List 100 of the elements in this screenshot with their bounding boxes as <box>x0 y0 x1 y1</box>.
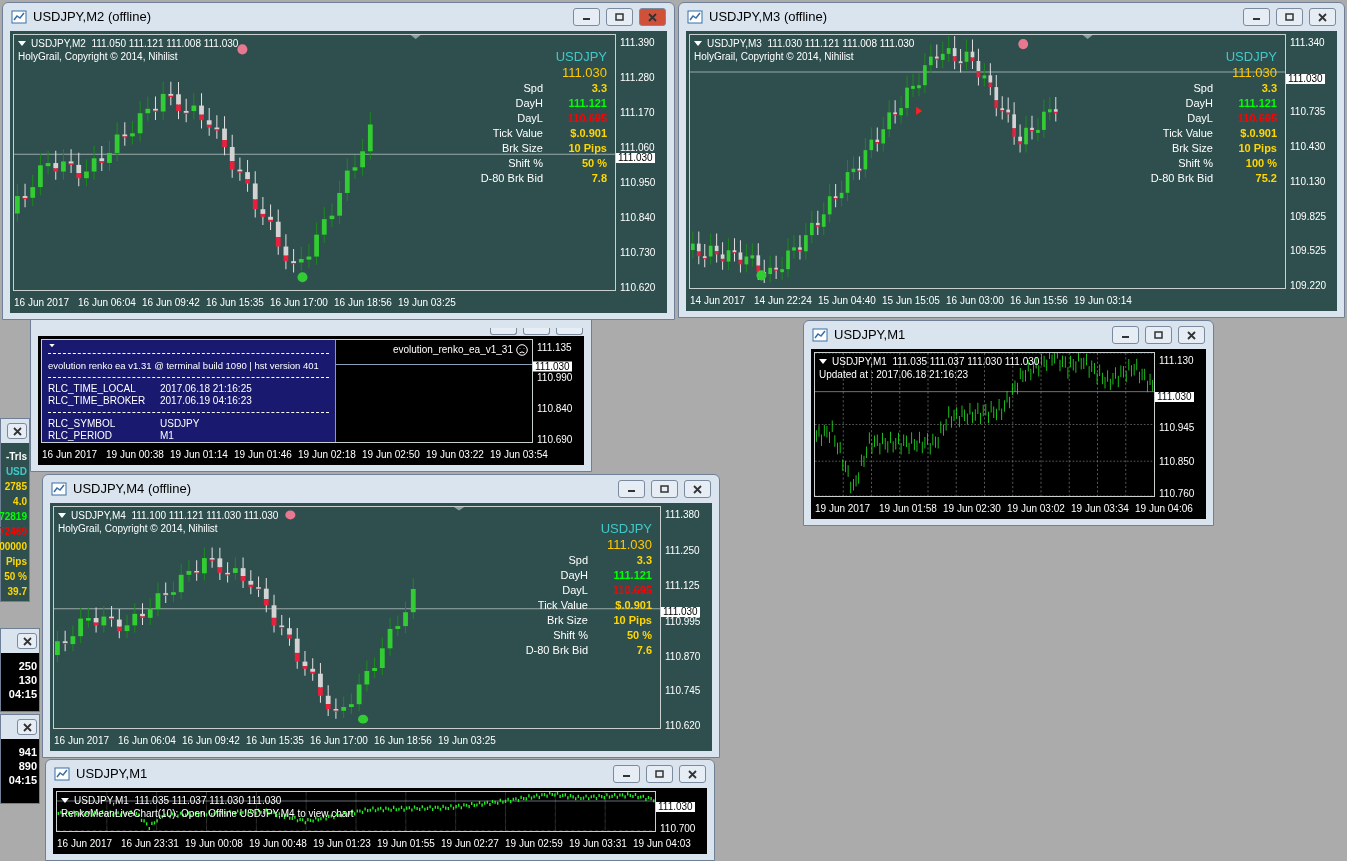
window-title: USDJPY,M1 <box>834 326 906 345</box>
chart-note: HolyGrail, Copyright © 2014, Nihilist <box>58 522 219 536</box>
info-value: 72819 <box>0 510 27 524</box>
info-label: D-80 Brk Bid <box>525 643 588 658</box>
info-value: $.0.901 <box>1239 126 1277 141</box>
time-axis-label: 19 Jun 03:14 <box>1073 294 1133 308</box>
price-axis-label: 111.380 <box>665 507 700 522</box>
time-axis-label: 16 Jun 06:04 <box>117 734 177 748</box>
price-axis-label: 111.170 <box>620 105 655 120</box>
price-axis-label: 04:15 <box>8 687 37 701</box>
info-label: Shift % <box>1177 156 1213 171</box>
time-axis-label: 16 Jun 17:00 <box>269 296 329 310</box>
current-price-label: 111.030 <box>656 801 695 812</box>
info-value: USDJPY <box>160 418 200 430</box>
info-value: 00000 <box>0 540 27 554</box>
info-value: 50 % <box>580 156 607 171</box>
time-axis-label: 16 Jun 15:35 <box>205 296 265 310</box>
info-label: D-80 Brk Bid <box>1150 171 1213 186</box>
price-axis-label: 110.735 <box>1290 104 1326 119</box>
time-axis-label: 19 Jun 01:14 <box>169 448 229 462</box>
price-label: 111.030 <box>1231 65 1277 81</box>
info-heading: evolution renko ea v1.31 @ terminal build 1090 | hst version 401 <box>48 359 319 372</box>
price-axis-label: 111.250 <box>665 543 700 558</box>
time-axis-label: 19 Jun 00:48 <box>248 837 308 851</box>
time-axis-label: 19 Jun 02:27 <box>440 837 500 851</box>
price-axis-label: 110.990 <box>537 370 573 385</box>
info-label: DayL <box>561 583 588 598</box>
price-label: 111.030 <box>561 65 607 81</box>
price-axis-label: 110.760 <box>1159 486 1195 501</box>
time-axis-label: 19 Jun 04:03 <box>632 837 692 851</box>
chart-legend: USDJPY,M1 111.035 111.037 111.030 111.030 <box>74 794 282 807</box>
window-title: USDJPY,M4 (offline) <box>73 480 191 499</box>
price-axis-label: 111.390 <box>620 35 655 50</box>
time-axis-label: 16 Jun 15:56 <box>1009 294 1069 308</box>
price-label: 111.030 <box>606 537 652 553</box>
current-price-label: 111.030 <box>1286 73 1325 84</box>
price-axis-label: 110.745 <box>665 683 701 698</box>
time-axis-label: 19 Jun 02:50 <box>361 448 421 462</box>
price-axis-label: 110.840 <box>537 401 573 416</box>
time-axis-label: 16 Jun 2017 <box>56 837 114 851</box>
time-axis-label: 19 Jun 01:46 <box>233 448 293 462</box>
info-label: DayH <box>1184 96 1213 111</box>
info-value: 10 Pips <box>1237 141 1277 156</box>
time-axis-label: 19 Jun 03:22 <box>425 448 485 462</box>
price-axis-label: 890 <box>18 759 37 773</box>
expert-name-label: evolution_renko_ea_v1_31 <box>392 343 513 357</box>
info-value: 3.3 <box>590 81 607 96</box>
time-axis-label: 19 Jun 00:08 <box>184 837 244 851</box>
info-value: 3.3 <box>635 553 652 568</box>
price-axis-label: 110.730 <box>620 245 656 260</box>
info-value: 110.695 <box>566 111 607 126</box>
info-value: 10 Pips <box>567 141 607 156</box>
time-axis-label: 16 Jun 03:00 <box>945 294 1005 308</box>
info-label: Tick Value <box>536 598 588 613</box>
info-label: Shift % <box>552 628 588 643</box>
price-axis-label: 111.125 <box>665 578 700 593</box>
time-axis-label: 16 Jun 18:56 <box>333 296 393 310</box>
info-label: Shift % <box>507 156 543 171</box>
info-label: D-80 Brk Bid <box>480 171 543 186</box>
info-value: 111.121 <box>612 568 652 583</box>
info-value: M1 <box>160 430 174 442</box>
time-axis-label: 19 Jun 2017 <box>814 502 872 516</box>
time-axis-label: 19 Jun 04:06 <box>1134 502 1194 516</box>
info-label: Brk Size <box>501 141 543 156</box>
info-value: 2017.06.18 21:16:25 <box>160 383 252 395</box>
price-axis-label: 110.995 <box>665 615 701 629</box>
time-axis-label: 19 Jun 01:23 <box>312 837 372 851</box>
chart-note: Updated at : 2017.06.18 21:16:23 <box>819 368 969 382</box>
info-value: 75.2 <box>1254 171 1277 186</box>
price-axis-label: 941 <box>18 745 37 759</box>
time-axis-label: 19 Jun 02:30 <box>942 502 1002 516</box>
time-axis-label: 19 Jun 03:25 <box>397 296 457 310</box>
info-label: Tick Value <box>491 126 543 141</box>
time-axis-label: 16 Jun 09:42 <box>141 296 201 310</box>
time-axis-label: 15 Jun 04:40 <box>817 294 877 308</box>
price-axis-label: 110.870 <box>665 649 701 664</box>
price-axis-label: 110.840 <box>620 210 656 225</box>
info-value: 50 % <box>4 570 27 584</box>
time-axis-label: 19 Jun 03:25 <box>437 734 497 748</box>
info-label: DayH <box>514 96 543 111</box>
price-axis-label: 110.700 <box>660 821 696 836</box>
info-value: 50 % <box>625 628 652 643</box>
info-label: Spd <box>1192 81 1213 96</box>
time-axis-label: 14 Jun 22:24 <box>753 294 813 308</box>
info-key: RLC_PERIOD <box>48 430 160 442</box>
price-axis-label: 109.825 <box>1290 209 1327 224</box>
chart-legend: USDJPY,M1 111.035 111.037 111.030 111.030 <box>832 355 1040 368</box>
price-axis-label: 111.135 <box>537 340 572 355</box>
info-value: $.0.901 <box>614 598 652 613</box>
info-value: 10 Pips <box>612 613 652 628</box>
time-axis-label: 19 Jun 02:59 <box>504 837 564 851</box>
info-key: RLC_TIME_BROKER <box>48 395 160 407</box>
info-label: Brk Size <box>1171 141 1213 156</box>
window-title: USDJPY,M3 (offline) <box>709 8 827 27</box>
info-value: 2785 <box>4 480 27 494</box>
symbol-label: USDJPY <box>555 49 607 65</box>
time-axis-label: 16 Jun 23:31 <box>120 837 180 851</box>
info-value: 100 % <box>1244 156 1277 171</box>
chart-legend: USDJPY,M2 111.050 111.121 111.008 111.030 <box>31 37 239 50</box>
info-key: RLC_TIME_LOCAL <box>48 383 160 395</box>
